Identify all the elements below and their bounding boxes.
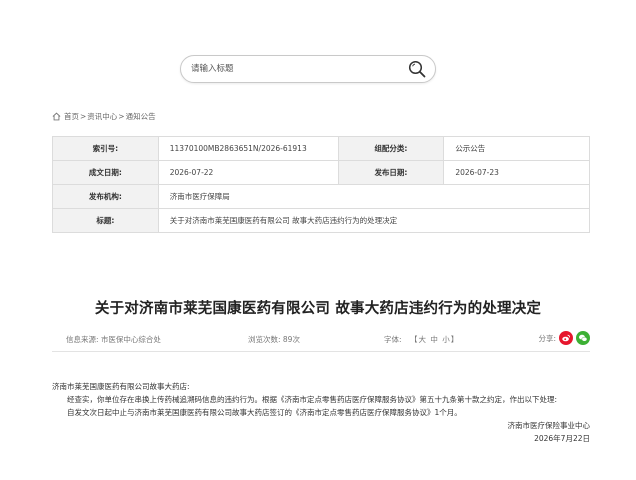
- table-row: 索引号: 11370100MB2863651N/2026-61913 组配分类:…: [52, 136, 590, 161]
- publish-date-value: 2026-07-23: [443, 160, 590, 185]
- breadcrumb-separator: >: [80, 112, 87, 121]
- search-box: [180, 55, 436, 83]
- breadcrumb-separator: >: [118, 112, 125, 121]
- wechat-icon: [579, 334, 588, 342]
- written-date-label: 成文日期:: [52, 160, 159, 185]
- breadcrumb: 首页 > 资讯中心 > 通知公告: [52, 111, 156, 122]
- article-body: 济南市莱芜国康医药有限公司故事大药店: 经查实，你单位存在串换上传药械追溯码信息…: [52, 380, 590, 445]
- index-number-value: 11370100MB2863651N/2026-61913: [157, 136, 339, 161]
- body-paragraph: 经查实，你单位存在串换上传药械追溯码信息的违约行为。根据《济南市定点零售药店医疗…: [67, 395, 558, 404]
- table-row: 成文日期: 2026-07-22 发布日期: 2026-07-23: [52, 160, 590, 185]
- title-value: 关于对济南市莱芜国康医药有限公司 故事大药店违约行为的处理决定: [157, 208, 591, 233]
- body-addressee: 济南市莱芜国康医药有限公司故事大药店:: [52, 382, 190, 391]
- home-icon: [52, 112, 61, 121]
- view-count: 浏览次数: 89次: [248, 335, 300, 344]
- search-button[interactable]: [405, 58, 429, 80]
- body-date: 2026年7月22日: [534, 434, 590, 443]
- wechat-share-button[interactable]: [576, 331, 590, 345]
- metadata-table: 索引号: 11370100MB2863651N/2026-61913 组配分类:…: [52, 136, 591, 233]
- font-size-label: 字体:: [384, 335, 402, 344]
- article-info-bar: 信息来源: 市医保中心综合处 浏览次数: 89次 字体: 【大 中 小】 分享:: [52, 329, 590, 352]
- body-paragraph: 自发文次日起中止与济南市莱芜国康医药有限公司故事大药店签订的《济南市定点零售药店…: [67, 408, 462, 417]
- info-source: 信息来源: 市医保中心综合处: [66, 335, 161, 344]
- share-label: 分享:: [538, 333, 556, 343]
- index-number-label: 索引号:: [52, 136, 159, 161]
- body-signature: 济南市医疗保险事业中心: [507, 421, 591, 430]
- category-value: 公示公告: [443, 136, 590, 161]
- title-label: 标题:: [52, 208, 159, 233]
- share-group: 分享:: [538, 331, 590, 345]
- search-icon: [408, 60, 426, 78]
- publish-date-label: 发布日期:: [337, 160, 445, 185]
- publisher-value: 济南市医疗保障局: [157, 184, 591, 209]
- written-date-value: 2026-07-22: [157, 160, 339, 185]
- table-row: 发布机构: 济南市医疗保障局: [52, 184, 591, 209]
- breadcrumb-center-link[interactable]: 资讯中心: [87, 111, 117, 122]
- weibo-icon: [562, 334, 571, 342]
- table-row: 标题: 关于对济南市莱芜国康医药有限公司 故事大药店违约行为的处理决定: [52, 208, 591, 233]
- publisher-label: 发布机构:: [52, 184, 159, 209]
- breadcrumb-home-link[interactable]: 首页: [64, 111, 79, 122]
- font-size-options[interactable]: 【大 中 小】: [410, 334, 459, 345]
- article-title: 关于对济南市莱芜国康医药有限公司 故事大药店违约行为的处理决定: [94, 301, 542, 317]
- search-input[interactable]: [191, 56, 401, 82]
- weibo-share-button[interactable]: [559, 331, 573, 345]
- category-label: 组配分类:: [337, 136, 445, 161]
- breadcrumb-current-link[interactable]: 通知公告: [126, 111, 156, 122]
